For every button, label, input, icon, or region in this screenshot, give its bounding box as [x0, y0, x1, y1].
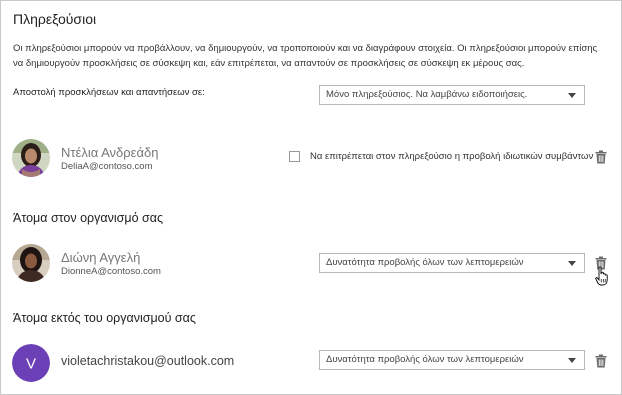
outside-permission-selected: Δυνατότητα προβολής όλων των λεπτομερειώ… — [326, 354, 524, 365]
inside-permission-selected: Δυνατότητα προβολής όλων των λεπτομερειώ… — [326, 257, 524, 268]
delegates-panel: Πληρεξούσιοι Οι πληρεξούσιοι μπορούν να … — [0, 0, 622, 395]
send-invites-dropdown[interactable]: Μόνο πληρεξούσιος. Να λαμβάνω ειδοποιήσε… — [319, 85, 585, 105]
outside-permission-dropdown[interactable]: Δυνατότητα προβολής όλων των λεπτομερειώ… — [319, 350, 585, 370]
section-description: Οι πληρεξούσιοι μπορούν να προβάλλουν, ν… — [13, 43, 598, 69]
chevron-down-icon — [568, 93, 576, 98]
send-invites-selected: Μόνο πληρεξούσιος. Να λαμβάνω ειδοποιήσε… — [326, 89, 528, 100]
private-events-label: Να επιτρέπεται στον πληρεξούσιο η προβολ… — [310, 151, 594, 162]
outside-person-avatar: V — [12, 344, 50, 382]
inside-person-email: DionneA@contoso.com — [61, 266, 161, 277]
section-title: Πληρεξούσιοι — [13, 11, 97, 27]
inside-person-name: Διώνη Αγγελή — [61, 250, 141, 265]
outside-person-email: violetachristakou@outlook.com — [61, 354, 235, 368]
chevron-down-icon — [568, 261, 576, 266]
delegate-email: DeliaA@contoso.com — [61, 161, 153, 172]
trash-icon[interactable] — [595, 150, 607, 164]
chevron-down-icon — [568, 358, 576, 363]
trash-icon[interactable] — [595, 354, 607, 368]
send-invites-label: Αποστολή προσκλήσεων και απαντήσεων σε: — [13, 87, 205, 98]
outside-org-title: Άτομα εκτός του οργανισμού σας — [13, 311, 196, 325]
inside-person-avatar — [12, 244, 50, 282]
delegate-name: Ντέλια Ανδρεάδη — [61, 145, 159, 160]
hand-pointer-icon — [595, 266, 608, 286]
inside-permission-dropdown[interactable]: Δυνατότητα προβολής όλων των λεπτομερειώ… — [319, 253, 585, 273]
private-events-checkbox[interactable] — [289, 151, 300, 162]
inside-org-title: Άτομα στον οργανισμό σας — [13, 211, 163, 225]
outside-person-initial: V — [26, 356, 36, 373]
delegate-avatar — [12, 139, 50, 177]
